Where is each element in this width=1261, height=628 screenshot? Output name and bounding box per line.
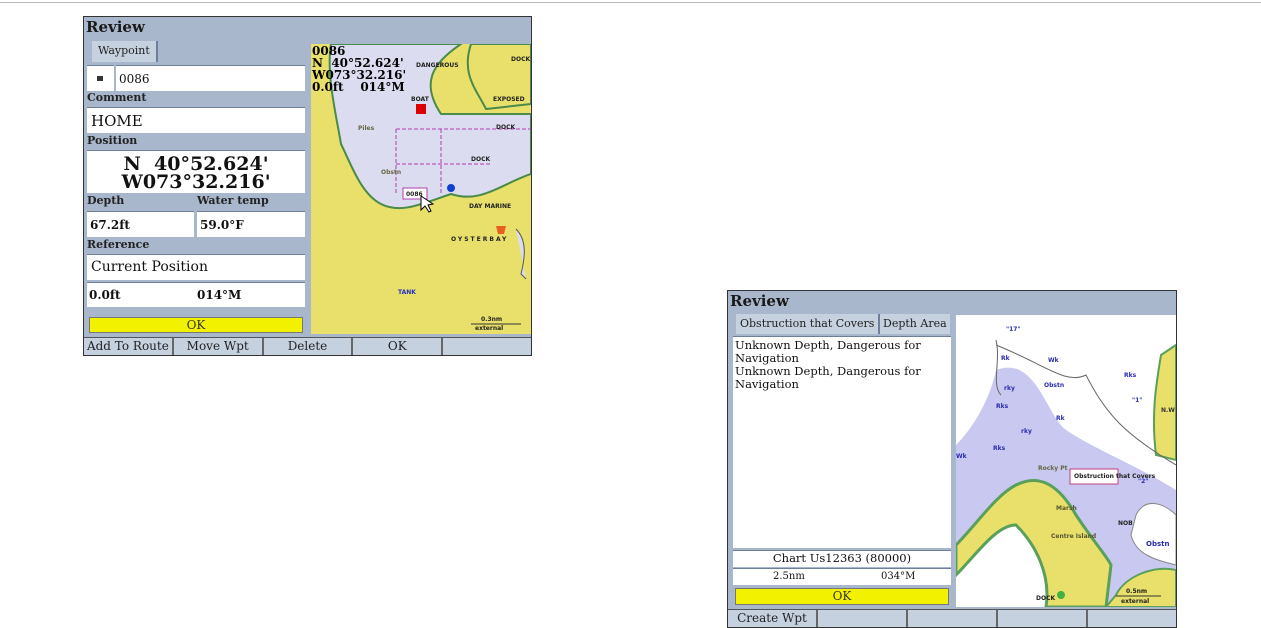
position-longitude: W073°32.216' [121, 171, 271, 193]
waypoint-symbol-button[interactable] [87, 65, 114, 91]
reference-field[interactable]: Current Position [87, 254, 305, 280]
comment-label: Comment [87, 91, 147, 104]
obstruction-review-screen: Review Obstruction that Covers Depth Are… [727, 290, 1177, 628]
softkey-create-wpt[interactable]: Create Wpt [728, 610, 818, 627]
water-temp-value: 59.0°F [197, 211, 305, 237]
depth-value: 67.2ft [87, 211, 194, 237]
map-view[interactable]: "17" Rk Wk Obstn rky Rks Rk rky Rks Rock… [956, 315, 1176, 607]
ok-button[interactable]: OK [735, 588, 949, 605]
position-field[interactable]: N 40°52.624' W073°32.216' [87, 150, 305, 193]
water-temp-label: Water temp [197, 194, 269, 207]
map-label: Rk [1001, 355, 1010, 362]
map-scale-sub: external [475, 325, 504, 332]
map-scale-sub: external [1121, 598, 1150, 605]
softkey-empty[interactable] [908, 610, 998, 627]
map-label: "17" [1006, 326, 1021, 333]
map-label: Centre Island [1051, 533, 1097, 540]
map-label: N.W [1161, 407, 1175, 414]
distance-value: 0.0ft [89, 288, 121, 302]
map-label: Piles [358, 125, 375, 132]
waypoint-review-screen: Review Waypoint 0086 Comment HOME Positi… [83, 16, 532, 356]
map-label: Obstn [381, 169, 402, 176]
softkey-empty[interactable] [998, 610, 1088, 627]
comment-field[interactable]: HOME [87, 107, 305, 133]
screen-title: Review [730, 292, 789, 310]
softkey-empty[interactable] [818, 610, 908, 627]
map-scale: 0.3nm [481, 316, 503, 323]
softkey-add-to-route[interactable]: Add To Route [84, 338, 174, 355]
map-label: DOCK [511, 56, 531, 63]
softkey-move-wpt[interactable]: Move Wpt [174, 338, 264, 355]
softkey-bar: Create Wpt [728, 609, 1176, 627]
map-label: rky [1004, 385, 1015, 392]
softkey-ok[interactable]: OK [353, 338, 444, 355]
bearing-value: 014°M [197, 288, 242, 302]
map-label: DOCK [496, 124, 516, 131]
map-label: NOB [1118, 520, 1133, 527]
map-label: DAY MARINE [469, 203, 512, 210]
description-line: Unknown Depth, Dangerous for Navigation [735, 338, 921, 365]
map-label: Rk [1056, 415, 1065, 422]
ok-button[interactable]: OK [89, 317, 303, 333]
depth-label: Depth [87, 194, 125, 207]
tab-waypoint[interactable]: Waypoint [92, 41, 158, 62]
softkey-empty[interactable] [443, 338, 531, 355]
map-label: OYSTERBAY [451, 236, 509, 243]
tab-obstruction[interactable]: Obstruction that Covers [736, 314, 881, 334]
softkey-bar: Add To Route Move Wpt Delete OK [84, 337, 531, 355]
map-label: Wk [956, 453, 967, 460]
softkey-delete[interactable]: Delete [264, 338, 354, 355]
map-label: Obstn [1146, 540, 1170, 548]
description-box: Unknown Depth, Dangerous for Navigation … [733, 336, 951, 548]
map-label: EXPOSED [493, 96, 525, 103]
obstruction-callout: Obstruction that Covers [1074, 473, 1156, 480]
chart-info: Chart Us12363 (80000) [733, 550, 951, 567]
map-label: "1" [1132, 397, 1143, 404]
map-view[interactable]: 0086 N 40°52.624' W073°32.216' 0.0ft 014… [311, 44, 531, 334]
map-label: Wk [1048, 357, 1059, 364]
description-line: Unknown Depth, Dangerous for Navigation [735, 364, 921, 391]
map-label: Rks [993, 445, 1006, 452]
position-label: Position [87, 134, 138, 147]
waypoint-name-field[interactable]: 0086 [116, 65, 305, 91]
map-scale: 0.5nm [1126, 588, 1148, 595]
page-rule [0, 2, 1261, 3]
screen-title: Review [86, 18, 145, 36]
reference-label: Reference [87, 238, 150, 251]
map-label: DOCK [471, 156, 491, 163]
waypoint-symbol-icon [97, 76, 103, 81]
map-label: Marsh [1056, 505, 1077, 512]
distance-value: 2.5nm [773, 571, 805, 582]
map-label: Rks [1124, 372, 1137, 379]
softkey-empty[interactable] [1088, 610, 1176, 627]
distance-bearing-row: 2.5nm 034°M [733, 568, 951, 585]
map-label: TANK [398, 289, 416, 296]
map-label: DOCK [1036, 595, 1056, 602]
map-label: BOAT [411, 96, 429, 103]
distance-bearing-row: 0.0ft 014°M [87, 282, 305, 307]
bearing-value: 034°M [881, 571, 916, 582]
map-label: Rks [996, 403, 1009, 410]
tab-depth-area[interactable]: Depth Area [880, 314, 950, 334]
map-label: DANGEROUS [416, 62, 459, 69]
map-label: Obstn [1044, 382, 1065, 389]
map-label: Rocky Pt [1038, 465, 1068, 472]
map-label: 0086 [406, 191, 423, 198]
map-label: rky [1021, 428, 1032, 435]
